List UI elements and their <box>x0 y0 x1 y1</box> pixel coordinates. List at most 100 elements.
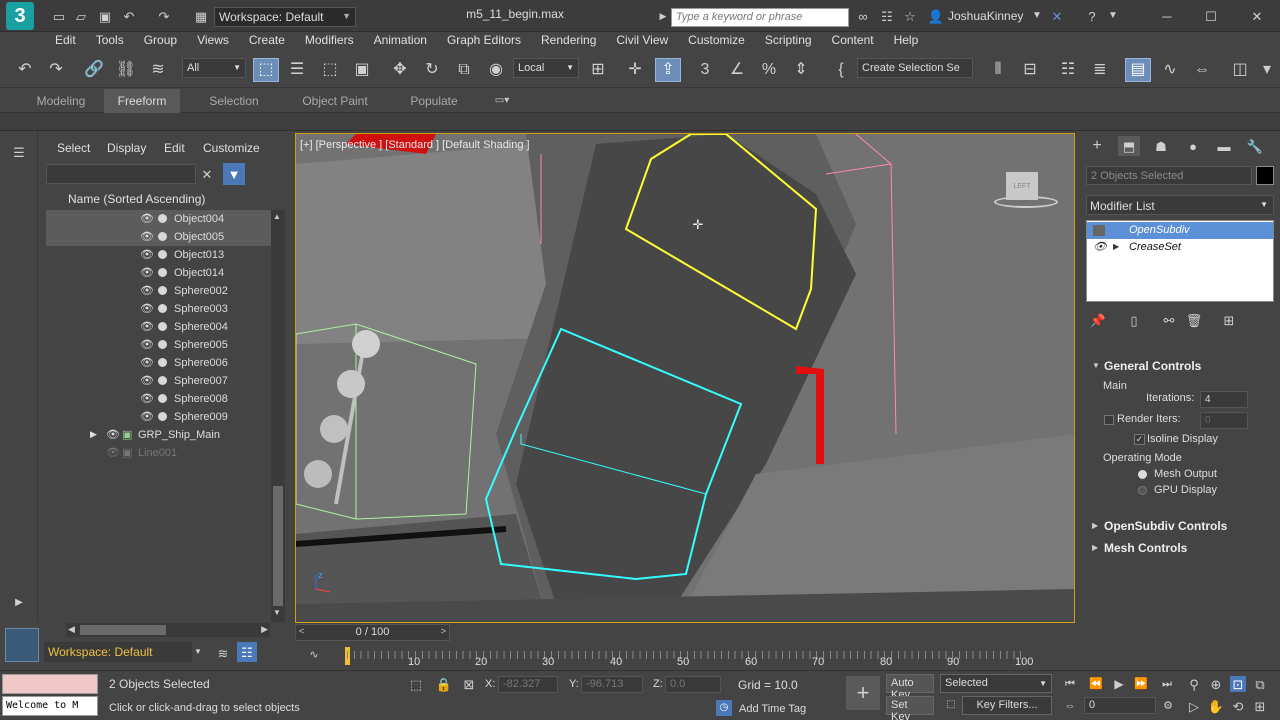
ribbon-options-icon[interactable]: ▭▾ <box>488 93 516 109</box>
menu-animation[interactable]: Animation <box>364 32 437 52</box>
menu-views[interactable]: Views <box>187 32 239 52</box>
eye-icon[interactable]: 👁 <box>140 302 154 315</box>
menu-customize[interactable]: Customize <box>678 32 755 52</box>
modify-tab-icon[interactable]: ⬒ <box>1118 136 1140 156</box>
menu-scripting[interactable]: Scripting <box>755 32 822 52</box>
chevron-down-icon[interactable]: ▼ <box>192 646 204 658</box>
redo-icon[interactable]: ↷ <box>43 58 69 82</box>
configure-modifier-sets-icon[interactable]: ⊞ <box>1221 312 1237 328</box>
key-set-dropdown[interactable]: Selected ▼ <box>940 674 1052 693</box>
pivot-center-icon[interactable]: ⊞ <box>585 58 611 82</box>
mirror-icon[interactable]: ⫴ <box>985 58 1011 82</box>
go-to-end-icon[interactable]: ⏭ <box>1159 676 1175 692</box>
field-of-view-icon[interactable]: ▷ <box>1186 698 1202 714</box>
modifier-list-dropdown[interactable]: Modifier List ▼ <box>1086 195 1274 215</box>
binoculars-icon[interactable]: ∞ <box>854 8 872 24</box>
move-icon[interactable]: ✥ <box>387 58 413 82</box>
menu-modifiers[interactable]: Modifiers <box>295 32 364 52</box>
rollout-general-controls[interactable]: ▼ General Controls <box>1088 356 1276 376</box>
ribbon-tab-populate[interactable]: Populate <box>398 89 470 113</box>
list-item[interactable]: 👁 Sphere005 <box>46 336 271 354</box>
minimize-button[interactable]: ─ <box>1158 8 1176 24</box>
eye-icon[interactable]: 👁 <box>140 230 154 243</box>
create-tab-icon[interactable]: + <box>1086 136 1108 156</box>
save-file-icon[interactable]: ▣ <box>96 8 114 24</box>
eye-icon[interactable]: 👁 <box>140 374 154 387</box>
scroll-left-icon[interactable]: ◀ <box>68 624 75 635</box>
viewcube-icon[interactable]: LEFT <box>986 168 1058 212</box>
render-iters-checkbox[interactable] <box>1104 415 1114 425</box>
isoline-checkbox[interactable]: ✓ <box>1134 434 1145 445</box>
reference-coordinate-dropdown[interactable]: Local ▼ <box>513 58 579 78</box>
expand-arrow-icon[interactable]: ▶ <box>658 9 668 23</box>
pan-view-icon[interactable]: ✋ <box>1208 698 1224 714</box>
menu-tools[interactable]: Tools <box>86 32 134 52</box>
motion-tab-icon[interactable]: ● <box>1182 136 1204 156</box>
eye-icon[interactable]: 👁 <box>140 212 154 225</box>
eye-icon[interactable]: 👁 <box>140 338 154 351</box>
eye-hidden-icon[interactable]: 👁 <box>106 446 120 459</box>
show-end-result-icon[interactable]: ▯ <box>1126 312 1142 328</box>
select-and-link-icon[interactable]: 🔗 <box>81 58 107 82</box>
window-crossing-icon[interactable]: ▣ <box>349 58 375 82</box>
filter-toggle-icon[interactable]: ▼ <box>223 163 245 185</box>
add-time-tag-button[interactable]: Add Time Tag <box>739 703 806 715</box>
select-manipulate-icon[interactable]: ✛ <box>622 58 648 82</box>
explorer-tab-edit[interactable]: Edit <box>164 141 185 155</box>
workspace-dropdown[interactable]: Workspace: Default ▼ <box>214 7 356 27</box>
maximize-viewport-icon[interactable]: ⊞ <box>1252 698 1268 714</box>
line-row[interactable]: 👁 ▣ Line001 <box>46 444 271 462</box>
bind-space-warp-icon[interactable]: ≋ <box>145 58 171 82</box>
list-item[interactable]: 👁 Object014 <box>46 264 271 282</box>
scrollbar-thumb[interactable] <box>273 486 283 606</box>
place-icon[interactable]: ◉ <box>483 58 509 82</box>
select-by-name-icon[interactable]: ☰ <box>284 58 310 82</box>
list-item[interactable]: 👁 Object004 <box>46 210 271 228</box>
scroll-right-icon[interactable]: ▶ <box>261 624 268 635</box>
eye-icon[interactable]: 👁 <box>140 266 154 279</box>
favorites-star-icon[interactable]: ☆ <box>901 8 919 24</box>
clear-search-icon[interactable]: ✕ <box>199 166 215 182</box>
ribbon-tab-selection[interactable]: Selection <box>196 89 272 113</box>
menu-graph-editors[interactable]: Graph Editors <box>437 32 531 52</box>
x-coordinate-field[interactable]: -82.327 <box>498 676 558 693</box>
group-row[interactable]: ▶ 👁 ▣ GRP_Ship_Main <box>46 426 271 444</box>
explorer-column-header[interactable]: Name (Sorted Ascending) <box>46 191 282 208</box>
explorer-vertical-scrollbar[interactable]: ▲ ▼ <box>271 210 285 622</box>
viewport-layout-tab[interactable] <box>5 628 39 662</box>
layer-explorer-icon[interactable]: ≋ <box>214 644 232 662</box>
menu-civil-view[interactable]: Civil View <box>606 32 678 52</box>
orbit-icon[interactable]: ⟲ <box>1230 698 1246 714</box>
freeze-toggle-icon[interactable] <box>158 322 167 331</box>
previous-key-icon[interactable]: ⏪ <box>1088 676 1104 692</box>
list-item[interactable]: 👁 Sphere003 <box>46 300 271 318</box>
explorer-tab-display[interactable]: Display <box>107 141 146 155</box>
menu-content[interactable]: Content <box>822 32 884 52</box>
redo-icon[interactable]: ↷ <box>155 8 173 24</box>
rollout-opensubdiv-controls[interactable]: ▶ OpenSubdiv Controls <box>1088 516 1276 536</box>
freeze-toggle-icon[interactable] <box>158 268 167 277</box>
stack-item-opensubdiv[interactable]: OpenSubdiv <box>1087 222 1273 239</box>
rotate-icon[interactable]: ↻ <box>419 58 445 82</box>
maxscript-input[interactable]: Welcome to M <box>2 696 98 716</box>
gpu-display-radio[interactable] <box>1138 486 1147 495</box>
key-filters-button[interactable]: Key Filters... <box>962 696 1052 715</box>
help-icon[interactable]: ? <box>1083 8 1101 24</box>
app-logo-icon[interactable]: 3 <box>6 2 34 30</box>
material-editor-icon[interactable]: ◫ <box>1227 58 1253 82</box>
communication-center-icon[interactable]: ☷ <box>878 8 896 24</box>
rollout-mesh-controls[interactable]: ▶ Mesh Controls <box>1088 538 1276 558</box>
object-color-swatch[interactable] <box>1256 166 1274 185</box>
prev-frame-icon[interactable]: < <box>299 626 304 636</box>
named-selection-dropdown[interactable]: Create Selection Se <box>857 58 973 78</box>
next-key-icon[interactable]: ⏩ <box>1133 676 1149 692</box>
key-mode-icon[interactable]: ⇔ <box>1062 698 1078 714</box>
eye-icon[interactable]: 👁 <box>140 248 154 261</box>
undo-icon[interactable]: ↶ <box>120 8 138 24</box>
expand-panel-icon[interactable]: ▶ <box>10 595 28 611</box>
z-coordinate-field[interactable]: 0.0 <box>665 676 721 693</box>
selection-filter-dropdown[interactable]: All ▼ <box>182 58 246 78</box>
eye-icon[interactable]: 👁 <box>140 410 154 423</box>
eye-icon[interactable]: 👁 <box>140 320 154 333</box>
scroll-down-icon[interactable]: ▼ <box>273 608 281 617</box>
